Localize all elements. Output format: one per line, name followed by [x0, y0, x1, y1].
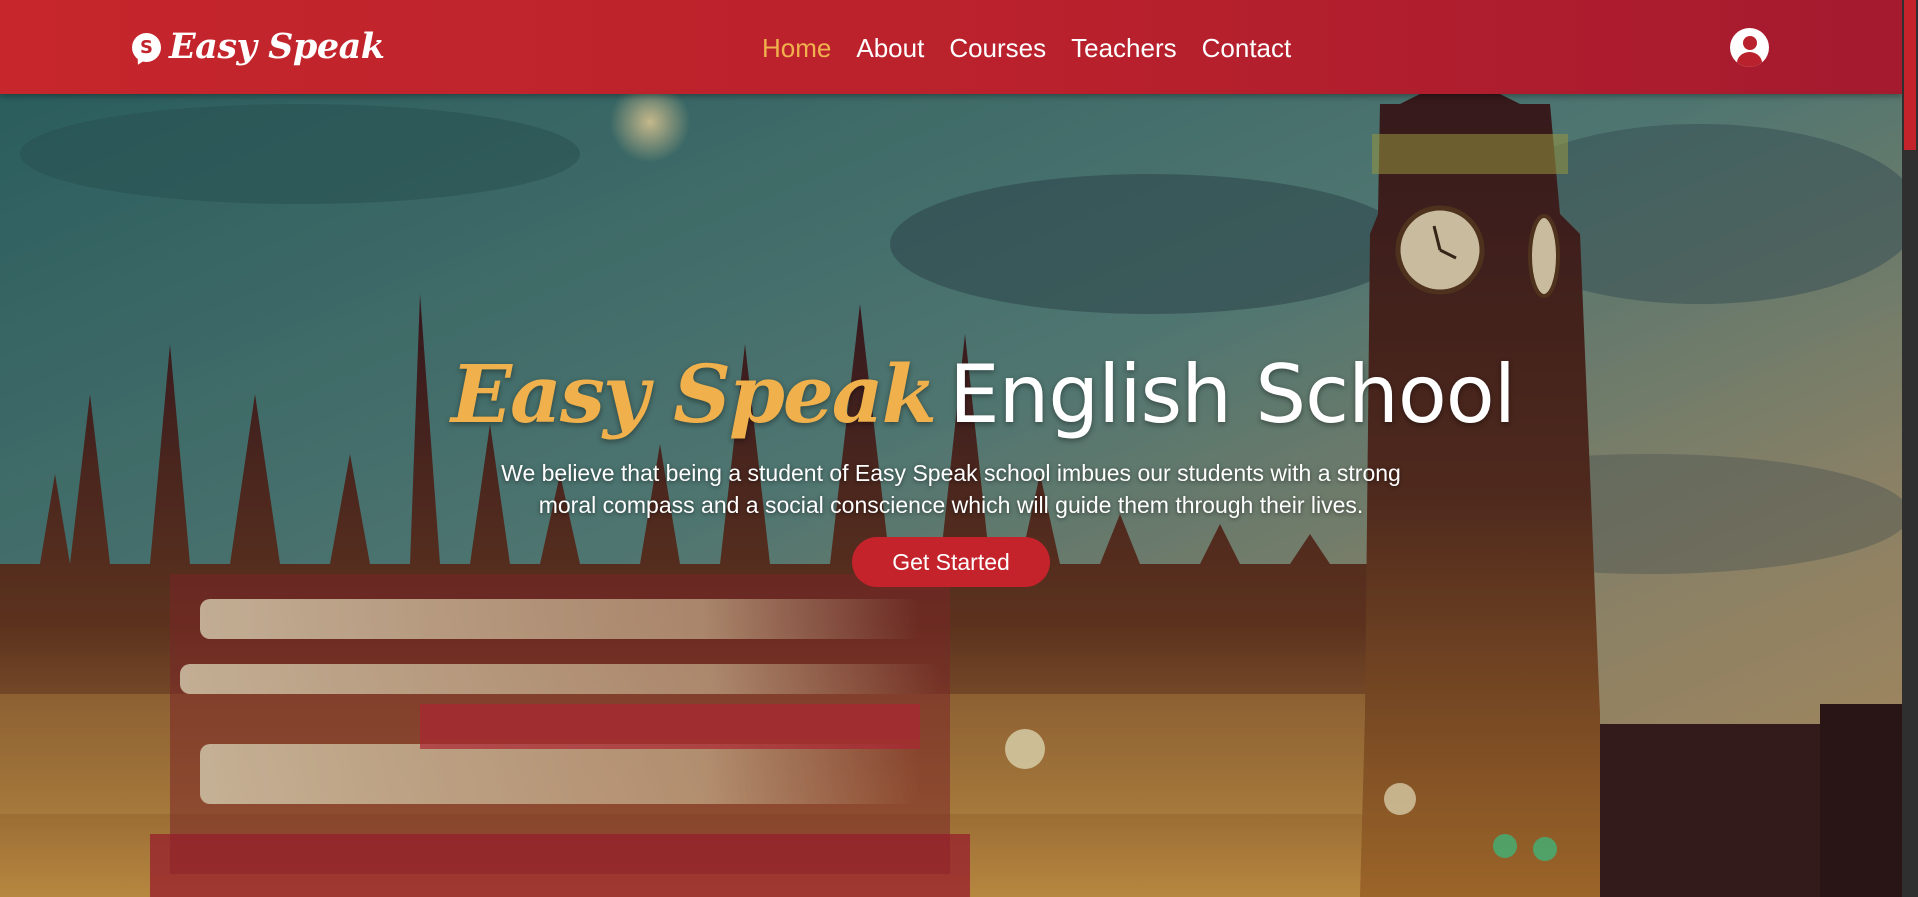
nav-item-contact: Contact	[1202, 28, 1292, 68]
user-account-icon[interactable]	[1730, 28, 1769, 67]
logo-letter: S	[140, 36, 153, 58]
hero-title-brand: Easy Speak	[451, 347, 937, 441]
brand-logo-link[interactable]: S Easy Speak	[132, 24, 385, 70]
scrollbar-thumb[interactable]	[1904, 0, 1916, 150]
user-body-shape	[1737, 52, 1762, 67]
user-head-shape	[1743, 36, 1757, 50]
nav-link-courses[interactable]: Courses	[949, 33, 1046, 63]
nav-item-teachers: Teachers	[1071, 28, 1177, 68]
page-scrollbar[interactable]	[1902, 0, 1918, 897]
nav-link-teachers[interactable]: Teachers	[1071, 33, 1177, 63]
speech-bubble-logo-icon: S	[132, 32, 161, 62]
nav-item-courses: Courses	[949, 28, 1046, 68]
hero-title: Easy Speak English School	[451, 344, 1516, 445]
top-navbar: S Easy Speak Home About Courses Teachers…	[0, 0, 1902, 94]
hero-content: Easy Speak English School We believe that…	[451, 344, 1516, 587]
nav-link-contact[interactable]: Contact	[1202, 33, 1292, 63]
get-started-button[interactable]: Get Started	[852, 537, 1050, 587]
hero-title-rest: English School	[949, 348, 1516, 441]
main-nav: Home About Courses Teachers Contact	[762, 28, 1291, 68]
brand-name: Easy Speak	[169, 26, 385, 67]
nav-link-about[interactable]: About	[856, 33, 924, 63]
nav-link-home[interactable]: Home	[762, 33, 831, 63]
nav-item-home: Home	[762, 28, 831, 68]
nav-item-about: About	[856, 28, 924, 68]
hero-section: Easy Speak English School We believe that…	[0, 94, 1902, 897]
hero-description: We believe that being a student of Easy …	[501, 460, 1401, 518]
